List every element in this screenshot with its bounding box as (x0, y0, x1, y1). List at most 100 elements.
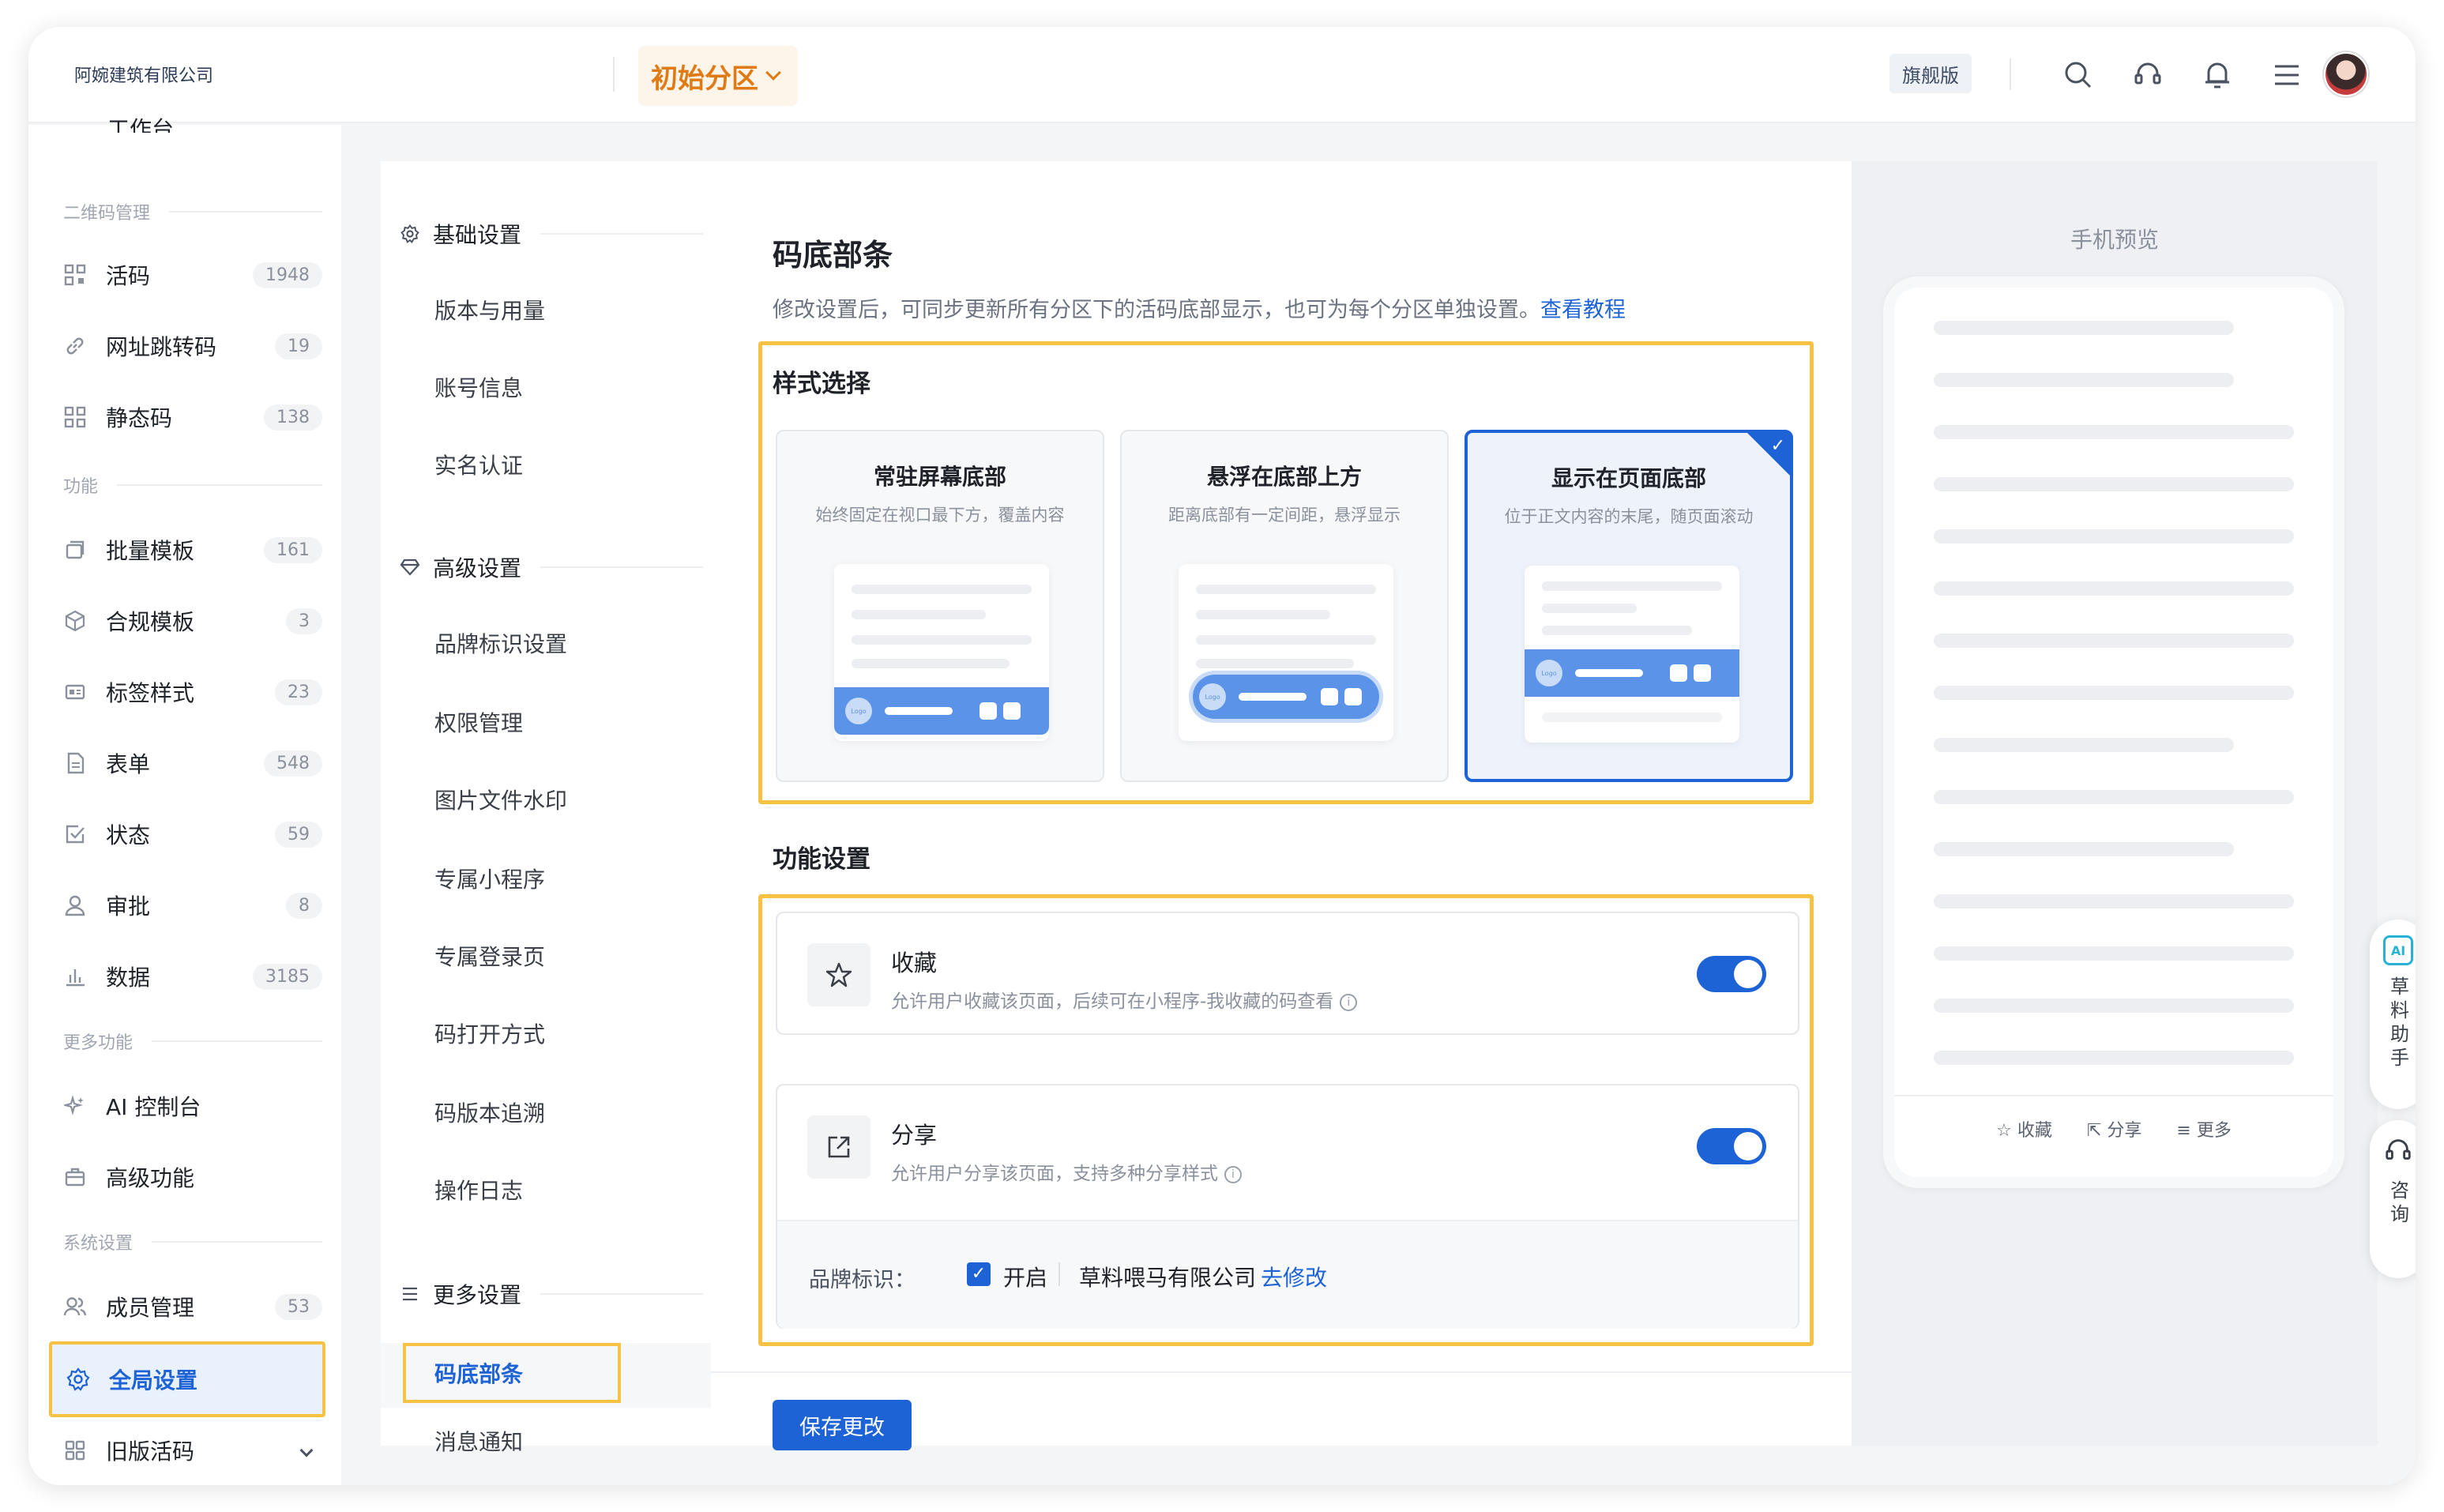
favorite-toggle[interactable] (1697, 956, 1766, 992)
sidebar-item-legacy-code[interactable]: 旧版活码 (63, 1427, 322, 1474)
sidebar-item-partial[interactable]: 工作台 (107, 112, 174, 133)
settings-item-open-mode[interactable]: 码打开方式 (434, 1017, 545, 1049)
sidebar-item-data[interactable]: 数据 3185 (63, 953, 322, 1000)
sidebar-item-global-settings[interactable]: 全局设置 (49, 1341, 325, 1417)
share-toggle[interactable] (1697, 1128, 1766, 1164)
save-button[interactable]: 保存更改 (773, 1400, 912, 1450)
info-icon[interactable]: i (1224, 1165, 1242, 1183)
sidebar-item-static-code[interactable]: 静态码 138 (63, 393, 322, 441)
settings-group-label: 基础设置 (433, 222, 522, 248)
grid-icon (63, 1439, 87, 1462)
info-icon[interactable]: i (1340, 993, 1358, 1011)
style-card-floating[interactable]: 悬浮在底部上方 距离底部有一定间距，悬浮显示 Logo (1120, 430, 1449, 782)
diamond-icon (400, 557, 420, 577)
sidebar-item-status[interactable]: 状态 59 (63, 811, 322, 858)
tutorial-link[interactable]: 查看教程 (1540, 298, 1626, 322)
status-check-icon (63, 822, 87, 846)
avatar[interactable] (2324, 52, 2368, 96)
settings-item-version-trace[interactable]: 码版本追溯 (434, 1096, 545, 1128)
bottom-bar-preview: Logo (1525, 649, 1739, 697)
search-icon[interactable] (2060, 57, 2096, 93)
settings-item-operation-log[interactable]: 操作日志 (434, 1174, 523, 1205)
sidebar-item-form[interactable]: 表单 548 (63, 739, 322, 787)
sidebar-item-label: 旧版活码 (106, 1439, 195, 1465)
sidebar-item-advanced[interactable]: 高级功能 (63, 1153, 322, 1201)
logo-badge: Logo (1199, 683, 1226, 710)
brand-checkbox-label: 开启 (1003, 1265, 1048, 1291)
sidebar-item-members[interactable]: 成员管理 53 (63, 1283, 322, 1330)
settings-group-advanced: 高级设置 (400, 551, 703, 583)
settings-item-bottom-bar[interactable]: 码底部条 (403, 1343, 621, 1403)
sidebar-item-batch-template[interactable]: 批量模板 161 (63, 526, 322, 574)
count-badge: 19 (275, 333, 322, 359)
region-selector[interactable]: 初始分区 (638, 46, 798, 106)
menu-icon[interactable] (2269, 57, 2305, 93)
settings-group-basic: 基础设置 (400, 218, 703, 250)
sidebar-item-approval[interactable]: 审批 8 (63, 882, 322, 929)
settings-item-permissions[interactable]: 权限管理 (434, 706, 523, 738)
sidebar-item-label: 静态码 (106, 405, 173, 431)
phone-frame: ☆ 收藏 ⇱ 分享 ≡ 更多 (1883, 276, 2344, 1188)
sidebar-item-ai-console[interactable]: AI 控制台 (63, 1082, 322, 1130)
feature-favorite: 收藏 允许用户收藏该页面，后续可在小程序-我收藏的码查看 i (776, 912, 1799, 1035)
share-icon (807, 1115, 870, 1179)
sidebar-item-label: 数据 (106, 965, 151, 991)
settings-item-mini-program[interactable]: 专属小程序 (434, 863, 545, 894)
sidebar-item-label: 状态 (106, 822, 151, 848)
consult-label: 咨询 (2386, 1180, 2409, 1228)
brand-checkbox[interactable]: ✓ (967, 1262, 991, 1286)
sidebar-item-label: 标签样式 (106, 680, 195, 706)
bottom-bar-preview: Logo (834, 687, 1049, 735)
count-badge: 3 (286, 607, 322, 634)
sidebar-section-system: 系统设置 (63, 1229, 322, 1254)
settings-nav: 基础设置 版本与用量 账号信息 实名认证 高级设置 品牌标识设置 权限管理 图片… (381, 161, 711, 1455)
feature-title: 收藏 (891, 950, 938, 976)
style-preview-mock: Logo (1525, 566, 1739, 743)
style-card-fixed-bottom[interactable]: 常驻屏幕底部 始终固定在视口最下方，覆盖内容 Logo (776, 430, 1104, 782)
count-badge: 23 (275, 679, 322, 705)
settings-item-version-usage[interactable]: 版本与用量 (434, 294, 545, 325)
ai-icon: AI (2383, 935, 2413, 965)
sidebar-section-features: 功能 (63, 472, 322, 498)
preview-toolbar: ☆ 收藏 ⇱ 分享 ≡ 更多 (1894, 1095, 2333, 1161)
qrcode-static-icon (63, 405, 87, 429)
company-name[interactable]: 阿婉建筑有限公司 (74, 62, 213, 87)
star-icon (807, 943, 870, 1006)
count-badge: 59 (275, 821, 322, 848)
brand-edit-link[interactable]: 去修改 (1261, 1261, 1327, 1292)
settings-item-brand-mark[interactable]: 品牌标识设置 (434, 627, 567, 659)
top-header: 阿婉建筑有限公司 初始分区 旗舰版 (28, 27, 2416, 123)
ai-assistant-float[interactable]: AI 草料助手 (2370, 920, 2416, 1109)
sidebar-item-label: 活码 (106, 263, 151, 289)
edition-badge: 旗舰版 (1889, 54, 1972, 93)
sidebar-item-label: AI 控制台 (106, 1094, 201, 1120)
headset-icon (2383, 1136, 2413, 1169)
settings-item-account-info[interactable]: 账号信息 (434, 371, 523, 403)
preview-share-label: 分享 (2107, 1121, 2142, 1141)
bell-icon[interactable] (2199, 57, 2235, 93)
style-card-page-bottom[interactable]: ✓ 显示在页面底部 位于正文内容的末尾，随页面滚动 Logo (1465, 430, 1793, 782)
headset-icon[interactable] (2130, 57, 2166, 93)
feature-desc: 允许用户收藏该页面，后续可在小程序-我收藏的码查看 i (891, 986, 1358, 1013)
settings-item-notifications[interactable]: 消息通知 (434, 1425, 523, 1457)
sidebar-item-live-code[interactable]: 活码 1948 (63, 251, 322, 299)
sidebar-item-url-redirect[interactable]: 网址跳转码 19 (63, 322, 322, 370)
sidebar-section-qrcode: 二维码管理 (63, 199, 322, 224)
bottom-bar-preview: Logo (1193, 675, 1379, 719)
consult-float[interactable]: 咨询 (2370, 1120, 2416, 1278)
style-card-desc: 位于正文内容的末尾，随页面滚动 (1504, 507, 1754, 526)
settings-item-watermark[interactable]: 图片文件水印 (434, 784, 567, 815)
sidebar-item-label-style[interactable]: 标签样式 23 (63, 668, 322, 716)
sidebar-item-compliance-template[interactable]: 合规模板 3 (63, 597, 322, 645)
sidebar-item-label: 高级功能 (106, 1165, 195, 1191)
style-card-title: 显示在页面底部 (1551, 465, 1706, 491)
count-badge: 161 (264, 536, 322, 563)
phone-preview-panel: 手机预览 ☆ 收藏 ⇱ 分享 ≡ 更多 (1852, 161, 2378, 1446)
settings-item-real-name[interactable]: 实名认证 (434, 449, 523, 480)
chevron-down-icon[interactable] (299, 1443, 314, 1457)
list-icon (400, 1284, 420, 1304)
style-card-desc: 距离底部有一定间距，悬浮显示 (1168, 506, 1401, 525)
feature-share: 分享 允许用户分享该页面，支持多种分享样式 i 品牌标识： ✓ 开启 草料喂马有限… (776, 1084, 1799, 1329)
settings-item-login-page[interactable]: 专属登录页 (434, 940, 545, 972)
share-icon: ⇱ (2086, 1121, 2102, 1141)
